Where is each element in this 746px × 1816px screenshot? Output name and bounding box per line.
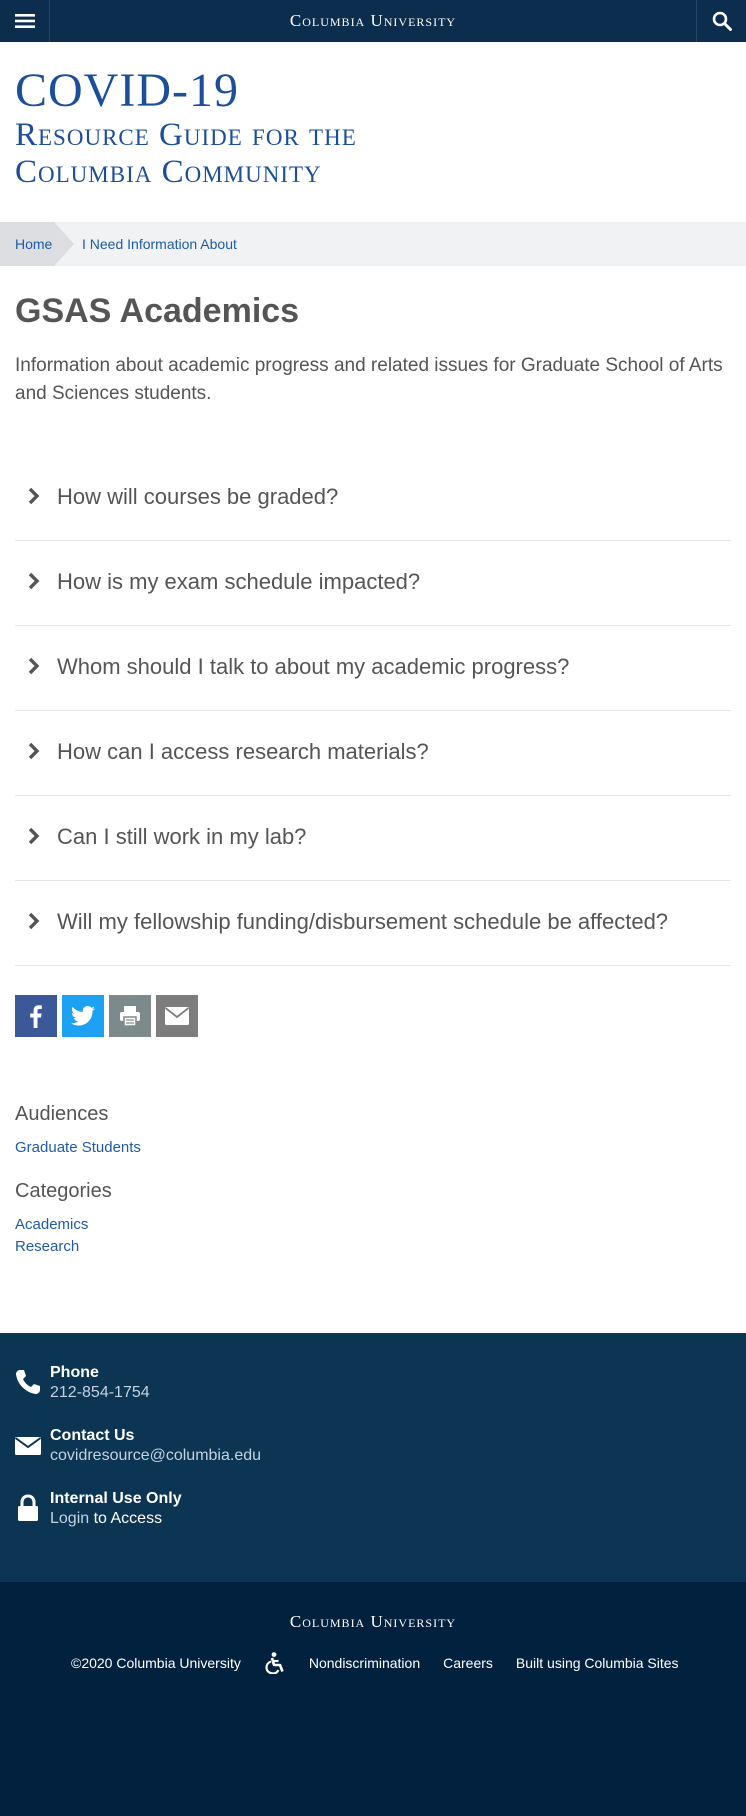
faq-item[interactable]: How can I access research materials? [15,711,731,796]
faq-question: Will my fellowship funding/disbursement … [57,909,669,934]
faq-accordion: How will courses be graded? How is my ex… [15,456,731,966]
copyright-link[interactable]: ©2020 Columbia University [71,1655,241,1671]
site-title-line1: COVID-19 [15,64,239,117]
category-link[interactable]: Academics [15,1216,88,1233]
chevron-right-icon [28,912,40,930]
print-button[interactable] [109,995,151,1037]
chevron-right-icon [28,487,40,505]
login-tail-text: to Access [89,1510,163,1527]
phone-icon [16,1370,40,1394]
printer-icon [120,1006,140,1026]
top-bar: Columbia University [0,0,746,42]
accessibility-icon[interactable] [264,1652,286,1674]
faq-question: How is my exam schedule impacted? [57,569,421,594]
phone-number-link[interactable]: 212-854-1754 [50,1384,150,1402]
email-address-link[interactable]: covidresource@columbia.edu [50,1447,261,1465]
audiences-heading: Audiences [15,1103,109,1125]
faq-item[interactable]: Whom should I talk to about my academic … [15,626,731,711]
envelope-icon [165,1007,189,1025]
breadcrumb-current-link[interactable]: I Need Information About [82,222,237,266]
category-link[interactable]: Research [15,1238,79,1255]
categories-heading: Categories [15,1180,112,1202]
page-intro: Information about academic progress and … [15,355,723,404]
audience-link[interactable]: Graduate Students [15,1139,141,1156]
twitter-share-button[interactable] [62,995,104,1037]
page-title: GSAS Academics [15,292,300,330]
envelope-icon [14,1437,42,1455]
email-share-button[interactable] [156,995,198,1037]
site-title-line2: Resource Guide for the [15,117,357,153]
footer-links: ©2020 Columbia University Nondiscriminat… [71,1652,702,1674]
faq-question: Whom should I talk to about my academic … [57,654,570,679]
facebook-icon [30,1005,42,1028]
phone-label: Phone [50,1364,99,1381]
faq-question: How can I access research materials? [57,739,429,764]
internal-use-label: Internal Use Only [50,1490,182,1507]
site-title[interactable]: COVID-19 Resource Guide for the Columbia… [15,65,357,191]
faq-question: How will courses be graded? [57,484,339,509]
chevron-right-icon [28,657,40,675]
careers-link[interactable]: Careers [443,1655,493,1671]
lock-icon [18,1494,38,1521]
chevron-right-icon [28,827,40,845]
chevron-right-icon [28,572,40,590]
login-link[interactable]: Login [50,1510,89,1527]
twitter-icon [71,1006,95,1026]
breadcrumb: Home I Need Information About [0,222,746,266]
contact-us-label: Contact Us [50,1427,135,1444]
built-with-link[interactable]: Built using Columbia Sites [516,1655,679,1671]
faq-item[interactable]: How will courses be graded? [15,456,731,541]
faq-question: Can I still work in my lab? [57,824,307,849]
faq-item[interactable]: Will my fellowship funding/disbursement … [15,881,731,966]
facebook-share-button[interactable] [15,995,57,1037]
contact-footer: Phone 212-854-1754 Contact Us covidresou… [0,1333,746,1582]
university-wordmark[interactable]: Columbia University [0,11,746,31]
nondiscrimination-link[interactable]: Nondiscrimination [309,1655,420,1671]
share-buttons [15,995,198,1037]
breadcrumb-home-link[interactable]: Home [0,222,54,266]
footer-university-wordmark[interactable]: Columbia University [0,1612,746,1632]
chevron-right-icon [28,742,40,760]
site-title-line3: Columbia Community [15,154,322,190]
search-icon[interactable] [696,0,746,42]
faq-item[interactable]: How is my exam schedule impacted? [15,541,731,626]
site-footer: Columbia University ©2020 Columbia Unive… [0,1582,746,1816]
faq-item[interactable]: Can I still work in my lab? [15,796,731,881]
breadcrumb-separator [54,222,74,266]
login-line: Login to Access [50,1510,162,1528]
